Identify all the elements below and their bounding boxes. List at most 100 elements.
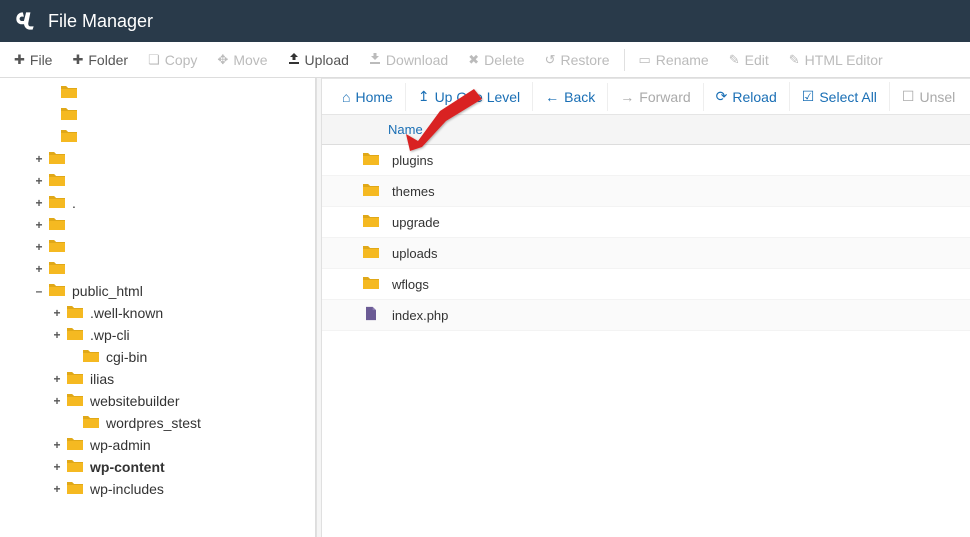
expand-toggle[interactable]: + xyxy=(52,394,62,408)
rename-button[interactable]: ▭Rename xyxy=(629,46,719,74)
tree-item[interactable]: + xyxy=(12,236,315,258)
forward-button[interactable]: →Forward xyxy=(608,83,703,111)
back-icon: ← xyxy=(545,89,559,105)
file-row[interactable]: upgrade xyxy=(322,207,970,238)
expand-toggle[interactable]: + xyxy=(52,328,62,342)
expand-toggle[interactable]: + xyxy=(52,372,62,386)
tree-item[interactable]: – public_html xyxy=(12,280,315,302)
main-panel: ⌂Home ↥Up One Level ←Back →Forward ⟳Relo… xyxy=(322,78,970,537)
plus-icon: ✚ xyxy=(14,52,25,68)
delete-icon: ✖ xyxy=(468,52,479,68)
tree-label: wordpres_stest xyxy=(104,415,201,431)
expand-toggle[interactable]: + xyxy=(34,218,44,232)
app-header: File Manager xyxy=(0,0,970,42)
file-name: wflogs xyxy=(392,277,429,292)
expand-toggle[interactable]: + xyxy=(52,482,62,496)
up-icon: ↥ xyxy=(418,88,430,105)
file-name: plugins xyxy=(392,153,433,168)
tree-item[interactable]: cgi-bin xyxy=(12,346,315,368)
edit-icon: ✎ xyxy=(729,52,740,68)
expand-toggle[interactable]: + xyxy=(34,196,44,210)
select-all-icon: ☑ xyxy=(802,88,815,105)
tree-item[interactable]: wordpres_stest xyxy=(12,412,315,434)
tree-item[interactable]: +. xyxy=(12,192,315,214)
tree-item[interactable]: + xyxy=(12,148,315,170)
expand-toggle[interactable]: + xyxy=(34,240,44,254)
copy-button[interactable]: ❏Copy xyxy=(138,46,207,74)
tree-item[interactable]: +.wp-cli xyxy=(12,324,315,346)
tree-item[interactable] xyxy=(12,126,315,148)
back-button[interactable]: ←Back xyxy=(533,83,608,111)
restore-button[interactable]: ↺Restore xyxy=(535,46,620,74)
column-name[interactable]: Name xyxy=(388,122,423,137)
home-icon: ⌂ xyxy=(342,89,350,105)
tree-item[interactable]: + ilias xyxy=(12,368,315,390)
expand-toggle[interactable]: – xyxy=(34,284,44,298)
new-file-button[interactable]: ✚File xyxy=(4,46,62,74)
folder-icon xyxy=(362,151,380,169)
file-row[interactable]: index.php xyxy=(322,300,970,331)
tree-label: . xyxy=(70,195,76,211)
move-button[interactable]: ✥Move xyxy=(207,46,277,74)
folder-icon xyxy=(48,238,66,256)
rename-icon: ▭ xyxy=(639,52,651,68)
unselect-button[interactable]: ☐Unsel xyxy=(890,82,967,111)
file-row[interactable]: themes xyxy=(322,176,970,207)
expand-toggle[interactable]: + xyxy=(34,174,44,188)
expand-toggle[interactable]: + xyxy=(34,262,44,276)
tree-label: wp-content xyxy=(88,459,165,475)
file-row[interactable]: wflogs xyxy=(322,269,970,300)
download-button[interactable]: Download xyxy=(359,46,458,74)
folder-icon xyxy=(82,414,100,432)
logo: File Manager xyxy=(12,8,153,34)
page-title: File Manager xyxy=(48,11,153,32)
tree-item[interactable] xyxy=(12,104,315,126)
edit-button[interactable]: ✎Edit xyxy=(719,46,779,74)
file-name: uploads xyxy=(392,246,438,261)
expand-toggle[interactable]: + xyxy=(52,306,62,320)
new-folder-button[interactable]: ✚Folder xyxy=(62,46,138,74)
file-row[interactable]: plugins xyxy=(322,145,970,176)
folder-icon xyxy=(48,216,66,234)
expand-toggle[interactable]: + xyxy=(52,438,62,452)
delete-button[interactable]: ✖Delete xyxy=(458,46,534,74)
forward-icon: → xyxy=(620,89,634,105)
tree-item[interactable]: + xyxy=(12,170,315,192)
select-all-button[interactable]: ☑Select All xyxy=(790,82,890,111)
html-editor-button[interactable]: ✎HTML Editor xyxy=(779,46,893,74)
folder-icon xyxy=(362,275,380,293)
reload-button[interactable]: ⟳Reload xyxy=(704,82,790,111)
folder-icon xyxy=(66,304,84,322)
folder-icon xyxy=(362,213,380,231)
tree-item[interactable]: +websitebuilder xyxy=(12,390,315,412)
tree-label: ilias xyxy=(88,371,114,387)
expand-toggle[interactable]: + xyxy=(52,460,62,474)
unselect-icon: ☐ xyxy=(902,88,915,105)
tree-item[interactable]: + xyxy=(12,214,315,236)
folder-icon xyxy=(60,106,78,124)
main-toolbar: ✚File ✚Folder ❏Copy ✥Move Upload Downloa… xyxy=(0,42,970,78)
tree-item[interactable]: + wp-includes xyxy=(12,478,315,500)
tree-label: cgi-bin xyxy=(104,349,147,365)
download-icon xyxy=(369,52,381,67)
folder-tree: +++.+++–public_html+.well-known+.wp-clic… xyxy=(0,78,316,537)
tree-label: wp-includes xyxy=(88,481,164,497)
file-row[interactable]: uploads xyxy=(322,238,970,269)
tree-label: public_html xyxy=(70,283,143,299)
tree-item[interactable]: + xyxy=(12,258,315,280)
tree-item[interactable] xyxy=(12,82,315,104)
file-name: upgrade xyxy=(392,215,440,230)
expand-toggle[interactable]: + xyxy=(34,152,44,166)
tree-label: wp-admin xyxy=(88,437,151,453)
folder-icon xyxy=(66,480,84,498)
table-header: Name xyxy=(322,115,970,145)
upload-button[interactable]: Upload xyxy=(278,46,359,74)
folder-icon xyxy=(66,326,84,344)
tree-label: .well-known xyxy=(88,305,163,321)
tree-item[interactable]: + wp-content xyxy=(12,456,315,478)
up-button[interactable]: ↥Up One Level xyxy=(406,82,533,111)
home-button[interactable]: ⌂Home xyxy=(330,83,406,111)
tree-item[interactable]: + wp-admin xyxy=(12,434,315,456)
folder-icon xyxy=(82,348,100,366)
tree-item[interactable]: + .well-known xyxy=(12,302,315,324)
